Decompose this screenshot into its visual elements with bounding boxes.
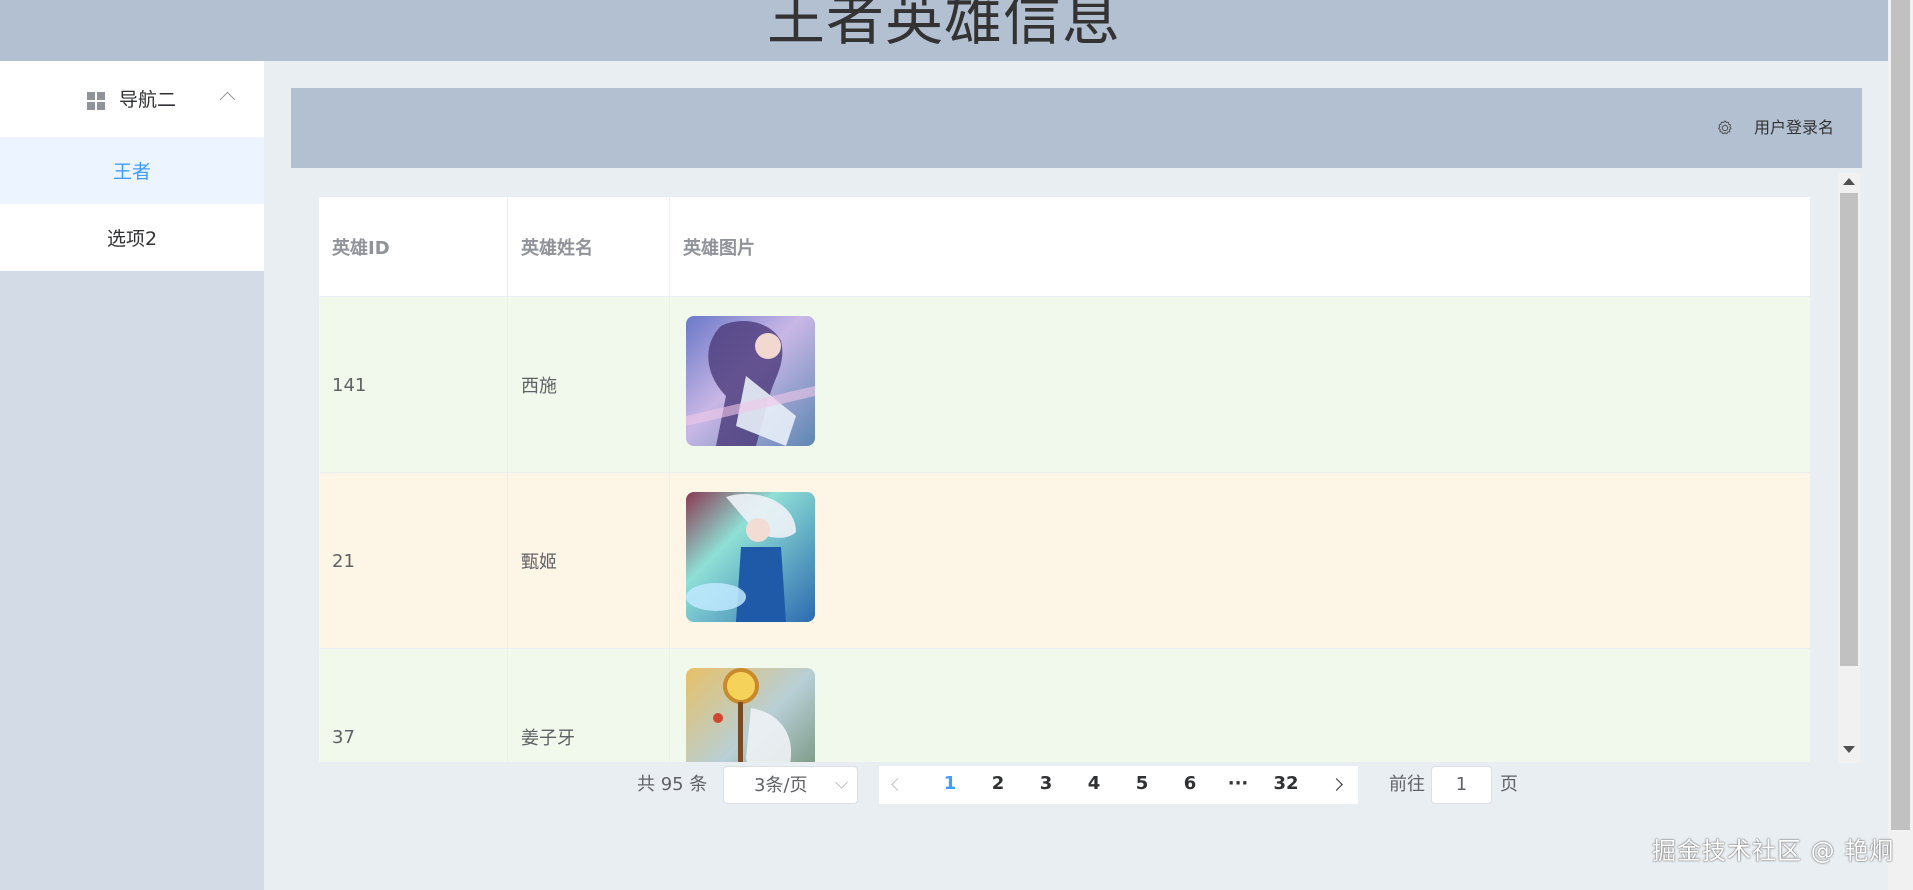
hero-name: 姜子牙 [508,649,670,762]
jump-prefix: 前往 [1389,774,1425,795]
app-header: 王者英雄信息 [0,0,1888,61]
main-header [291,88,1862,168]
page-number-4[interactable]: 4 [1074,771,1114,797]
grid-icon [87,92,105,110]
jump-suffix: 页 [1500,774,1518,795]
watermark: 掘金技术社区 @ 艳炯 [1652,837,1895,865]
page-number-6[interactable]: 6 [1170,771,1210,797]
page-number-2[interactable]: 2 [978,771,1018,797]
sidebar-item-wangzhe[interactable]: 王者 [0,137,264,204]
jump-page-input[interactable]: 1 [1431,766,1492,804]
hero-id: 37 [319,649,508,762]
user-name[interactable]: 用户登录名 [1754,117,1834,139]
submenu-nav-two[interactable]: 导航二 [0,61,264,137]
page-scroll-thumb[interactable] [1891,0,1910,830]
hero-id: 21 [319,473,508,649]
page-size-value: 3条/页 [754,775,808,796]
page-number-5[interactable]: 5 [1122,771,1162,797]
table-row: 21 甄姬 [319,473,1810,649]
column-header-image: 英雄图片 [683,238,755,259]
hero-id: 141 [319,297,508,473]
hero-image [686,492,815,622]
sidebar-item-label: 王者 [112,161,151,183]
column-header-id: 英雄ID [319,197,508,297]
pagination-total: 共 95 条 [637,774,708,795]
sidebar-item-label: 选项2 [106,228,158,250]
page-size-select[interactable]: 3条/页 [723,766,858,804]
sidebar: 导航二 王者 选项2 [0,61,264,890]
hero-name: 西施 [508,297,670,473]
sidebar-item-option-2[interactable]: 选项2 [0,204,264,271]
page-ellipsis[interactable]: ··· [1218,771,1258,797]
column-header-name: 英雄姓名 [508,197,670,297]
page-title: 王者英雄信息 [766,0,1121,53]
table-header: 英雄ID 英雄姓名 英雄图片 [319,197,1810,297]
scroll-down-arrow-icon[interactable] [1843,746,1855,753]
table-row: 141 西施 [319,297,1810,473]
hero-table: 英雄ID 英雄姓名 英雄图片 141 西施 21 甄姬 37 姜子牙 [319,197,1810,762]
hero-name: 甄姬 [508,473,670,649]
page-number-32[interactable]: 32 [1266,771,1306,797]
chevron-down-icon [835,776,848,789]
page-number-1[interactable]: 1 [930,771,970,797]
page-number-3[interactable]: 3 [1026,771,1066,797]
chevron-up-icon [219,91,236,108]
hero-image [686,668,815,762]
submenu-label: 导航二 [119,89,177,111]
table-scroll-thumb[interactable] [1840,193,1858,666]
gear-icon[interactable] [1716,119,1734,137]
scroll-up-arrow-icon[interactable] [1843,178,1855,185]
hero-image [686,316,815,446]
table-row: 37 姜子牙 [319,649,1810,762]
